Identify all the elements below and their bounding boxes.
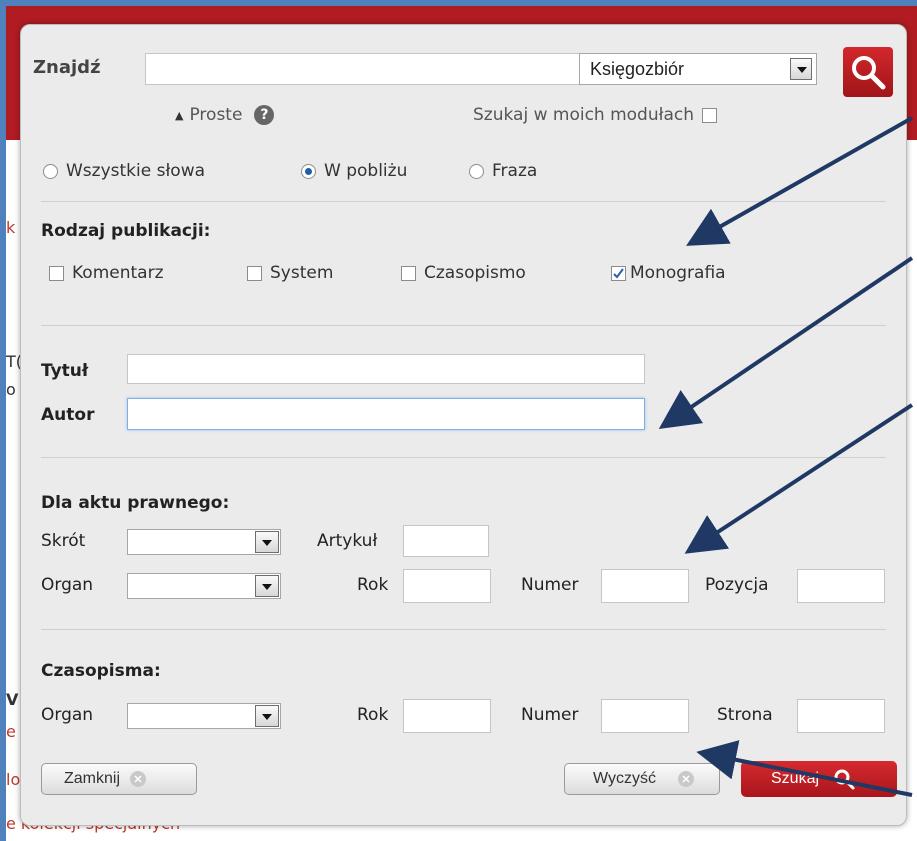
arrow-pointer <box>684 403 914 554</box>
arrow-pointer <box>686 116 913 246</box>
annotation-arrows <box>658 116 914 797</box>
arrow-pointer <box>696 740 913 797</box>
arrow-pointer <box>658 256 914 429</box>
